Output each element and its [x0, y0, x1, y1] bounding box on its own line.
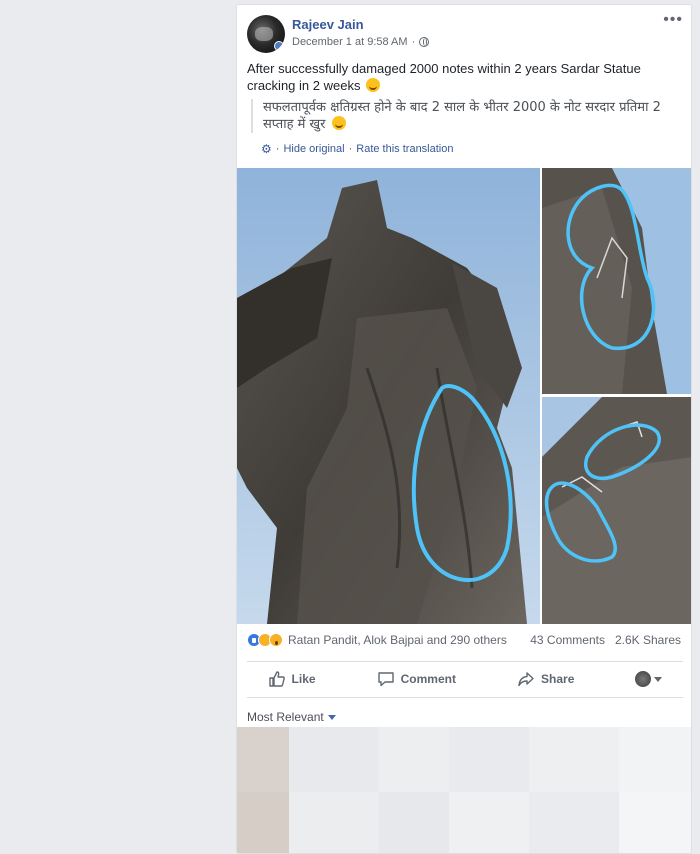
- translation-links: ⚙ · Hide original · Rate this translatio…: [261, 142, 453, 156]
- divider: [247, 697, 683, 698]
- chevron-down-icon: [654, 676, 663, 682]
- photo-statue-crack-top[interactable]: [542, 168, 691, 394]
- user-avatar-icon: [635, 671, 652, 687]
- hugging-emoji-icon: [366, 78, 381, 92]
- author-avatar[interactable]: [247, 15, 285, 53]
- translation-block: सफलतापूर्वक क्षतिग्रस्त होने के बाद 2 सा…: [251, 99, 681, 133]
- link-separator: ·: [348, 143, 353, 155]
- blurred-block: [289, 792, 379, 853]
- reaction-summary[interactable]: Ratan Pandit, Alok Bajpai and 290 others: [247, 633, 507, 647]
- photo-grid: [237, 168, 691, 624]
- photo-statue-crack-bottom[interactable]: [542, 397, 691, 624]
- comment-sort-dropdown[interactable]: Most Relevant: [247, 710, 336, 724]
- wow-reaction-icon: [269, 633, 283, 647]
- share-label: Share: [541, 672, 575, 686]
- comment-button[interactable]: Comment: [377, 670, 456, 688]
- comment-sort-label: Most Relevant: [247, 710, 324, 724]
- post-text: After successfully damaged 2000 notes wi…: [247, 60, 677, 94]
- blurred-block: [529, 727, 619, 792]
- blurred-block: [619, 727, 691, 792]
- blurred-block: [529, 792, 619, 853]
- author-name[interactable]: Rajeev Jain: [292, 17, 364, 32]
- share-button[interactable]: Share: [517, 670, 574, 688]
- statue-crack-top-image: [542, 168, 691, 394]
- engagement-counts: 43 Comments 2.6K Shares: [530, 633, 681, 647]
- blurred-avatar: [237, 727, 289, 792]
- blurred-avatar: [237, 792, 289, 853]
- hide-original-link[interactable]: Hide original: [283, 143, 344, 155]
- blurred-block: [379, 792, 449, 853]
- comment-icon: [377, 672, 394, 687]
- blurred-block: [379, 727, 449, 792]
- translation-text: सफलतापूर्वक क्षतिग्रस्त होने के बाद 2 सा…: [263, 100, 661, 132]
- globe-icon[interactable]: [419, 37, 430, 47]
- comment-label: Comment: [400, 672, 456, 686]
- comments-count[interactable]: 43 Comments: [530, 633, 605, 647]
- share-icon: [518, 672, 534, 687]
- statue-crack-bottom-image: [542, 397, 691, 624]
- avatar-face: [255, 27, 273, 41]
- action-bar: Like Comment Share: [237, 664, 691, 694]
- gear-icon[interactable]: ⚙: [261, 142, 272, 156]
- shares-count[interactable]: 2.6K Shares: [615, 633, 681, 647]
- blurred-block: [619, 792, 691, 853]
- reaction-names[interactable]: Ratan Pandit, Alok Bajpai and 290 others: [288, 633, 507, 647]
- blurred-block: [289, 727, 379, 792]
- like-button[interactable]: Like: [268, 670, 316, 688]
- post-body: After successfully damaged 2000 notes wi…: [247, 61, 641, 93]
- avatar-badge: [274, 41, 284, 51]
- blurred-comments: [237, 727, 691, 853]
- blurred-block: [449, 727, 529, 792]
- statue-full-image: [237, 168, 540, 624]
- audience-selector[interactable]: [635, 671, 663, 687]
- like-label: Like: [291, 672, 316, 686]
- post-meta: December 1 at 9:58 AM ·: [292, 36, 430, 48]
- meta-separator: ·: [411, 36, 416, 48]
- divider: [247, 661, 683, 662]
- link-separator: ·: [275, 143, 280, 155]
- rate-translation-link[interactable]: Rate this translation: [356, 143, 453, 155]
- thumbs-up-icon: [268, 671, 285, 687]
- hugging-emoji-icon: [331, 116, 346, 130]
- chevron-down-icon: [327, 714, 336, 720]
- blurred-block: [449, 792, 529, 853]
- photo-statue-full[interactable]: [237, 168, 540, 624]
- post-timestamp[interactable]: December 1 at 9:58 AM: [292, 36, 408, 48]
- post-card: Rajeev Jain December 1 at 9:58 AM · ••• …: [236, 4, 692, 854]
- more-options-icon[interactable]: •••: [663, 11, 683, 29]
